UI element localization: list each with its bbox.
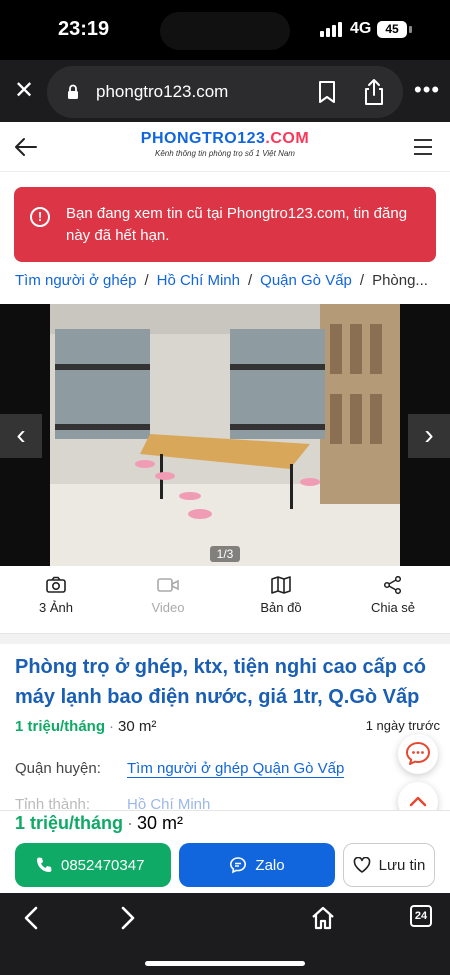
city-link[interactable]: Hồ Chí Minh (127, 796, 210, 810)
site-logo[interactable]: PHONGTRO123.COM Kênh thông tin phòng trọ… (120, 130, 330, 158)
back-arrow-icon[interactable] (14, 136, 38, 158)
tool-video: Video (123, 576, 213, 615)
site-tagline: Kênh thông tin phòng trọ số 1 Việt Nam (155, 149, 295, 158)
photo-gallery: ‹ › 1/3 (0, 304, 450, 566)
sticky-price-row: 1 triệu/tháng · 30 m² (15, 813, 184, 833)
listing-meta: 1 triệu/tháng · 30 m² 1 ngày trước (15, 718, 440, 735)
listing-price: 1 triệu/tháng (15, 718, 106, 735)
lock-icon (68, 84, 78, 99)
chat-bubble-icon (230, 857, 247, 874)
phone-icon (37, 857, 52, 872)
scroll-top-button[interactable] (398, 782, 438, 810)
logo-main: PHONGTRO123 (140, 130, 266, 147)
district-link[interactable]: Tìm người ở ghép Quận Gò Vấp (127, 760, 345, 778)
video-icon (157, 578, 179, 592)
browser-address-bar: ✕ phongtro123.com ••• (0, 60, 450, 122)
tool-share[interactable]: Chia sẻ (348, 576, 438, 615)
home-icon[interactable] (310, 905, 336, 931)
posted-time: 1 ngày trước (365, 718, 440, 733)
chat-icon (406, 742, 430, 765)
sticky-area: 30 m² (137, 813, 184, 833)
more-icon[interactable]: ••• (414, 79, 440, 101)
gallery-next-button[interactable]: › (408, 414, 450, 458)
url-field[interactable]: phongtro123.com (47, 66, 403, 118)
gallery-prev-button[interactable]: ‹ (0, 414, 42, 458)
chevron-up-icon (409, 796, 427, 807)
page-content: PHONGTRO123.COM Kênh thông tin phòng trọ… (0, 122, 450, 810)
map-icon (271, 576, 291, 594)
back-icon[interactable] (20, 905, 42, 931)
media-tools: 3 Ảnh Video Bản đồ Chia sẻ (0, 566, 450, 634)
breadcrumb-item[interactable]: Hồ Chí Minh (157, 272, 240, 289)
district-label: Quận huyện: (15, 760, 101, 777)
heart-icon (353, 857, 370, 873)
city-label: Tỉnh thành: (15, 796, 91, 810)
browser-toolbar: 24 (0, 893, 450, 975)
home-indicator (145, 961, 305, 966)
alert-icon: ! (30, 207, 50, 227)
status-time: 23:19 (58, 18, 110, 40)
share-icon (383, 576, 402, 594)
site-header: PHONGTRO123.COM Kênh thông tin phòng trọ… (0, 122, 450, 172)
battery-icon: 45 (377, 21, 407, 38)
section-divider (0, 634, 450, 644)
breadcrumb-item[interactable]: Quận Gò Vấp (260, 272, 352, 289)
tabs-button[interactable]: 24 (410, 905, 432, 927)
breadcrumb: Tìm người ở ghép / Hồ Chí Minh / Quận Gò Vấp… (15, 272, 428, 289)
phone-number: 0852470347 (61, 856, 145, 874)
save-listing-button[interactable]: Lưu tin (343, 843, 435, 887)
tool-label: Bản đồ (260, 600, 302, 615)
forward-icon[interactable] (117, 905, 139, 931)
share-icon[interactable] (362, 78, 386, 106)
sticky-price: 1 triệu/tháng (15, 813, 124, 833)
tool-label: Chia sẻ (370, 600, 416, 615)
room-photo[interactable] (50, 304, 400, 566)
breadcrumb-current: Phòng... (372, 272, 428, 289)
dynamic-island (160, 12, 290, 50)
status-bar: 23:19 4G 45 (0, 0, 450, 60)
tool-label: Video (151, 600, 185, 615)
city-row: Tỉnh thành: Hồ Chí Minh (15, 796, 440, 810)
battery-tip (409, 26, 412, 33)
sticky-contact-bar: 1 triệu/tháng · 30 m² 0852470347 Zalo Lưu … (0, 810, 450, 893)
photo-counter: 1/3 (210, 546, 240, 562)
bookmark-icon[interactable] (317, 80, 337, 104)
tool-map[interactable]: Bản đồ (236, 576, 326, 615)
zalo-button[interactable]: Zalo (179, 843, 335, 887)
camera-icon (46, 576, 66, 593)
breadcrumb-item[interactable]: Tìm người ở ghép (15, 272, 136, 289)
listing-title: Phòng trọ ở ghép, ktx, tiện nghi cao cấp… (15, 656, 426, 708)
call-button[interactable]: 0852470347 (15, 843, 171, 887)
tool-photos[interactable]: 3 Ảnh (11, 576, 101, 615)
network-type: 4G (350, 20, 372, 37)
save-label: Lưu tin (378, 856, 426, 874)
signal-icon (320, 22, 344, 37)
listing-area: 30 m² (118, 718, 157, 735)
url-text: phongtro123.com (96, 82, 229, 101)
menu-icon[interactable] (414, 139, 432, 155)
alert-text: Bạn đang xem tin cũ tại Phongtro123.com,… (66, 205, 408, 244)
district-row: Quận huyện: Tìm người ở ghép Quận Gò Vấp (15, 760, 440, 778)
expired-alert: ! Bạn đang xem tin cũ tại Phongtro123.co… (14, 187, 436, 262)
tool-label: 3 Ảnh (39, 600, 73, 615)
close-icon[interactable]: ✕ (10, 77, 38, 105)
chat-button[interactable] (398, 734, 438, 774)
zalo-label: Zalo (255, 856, 285, 874)
logo-tld: .COM (265, 130, 310, 147)
